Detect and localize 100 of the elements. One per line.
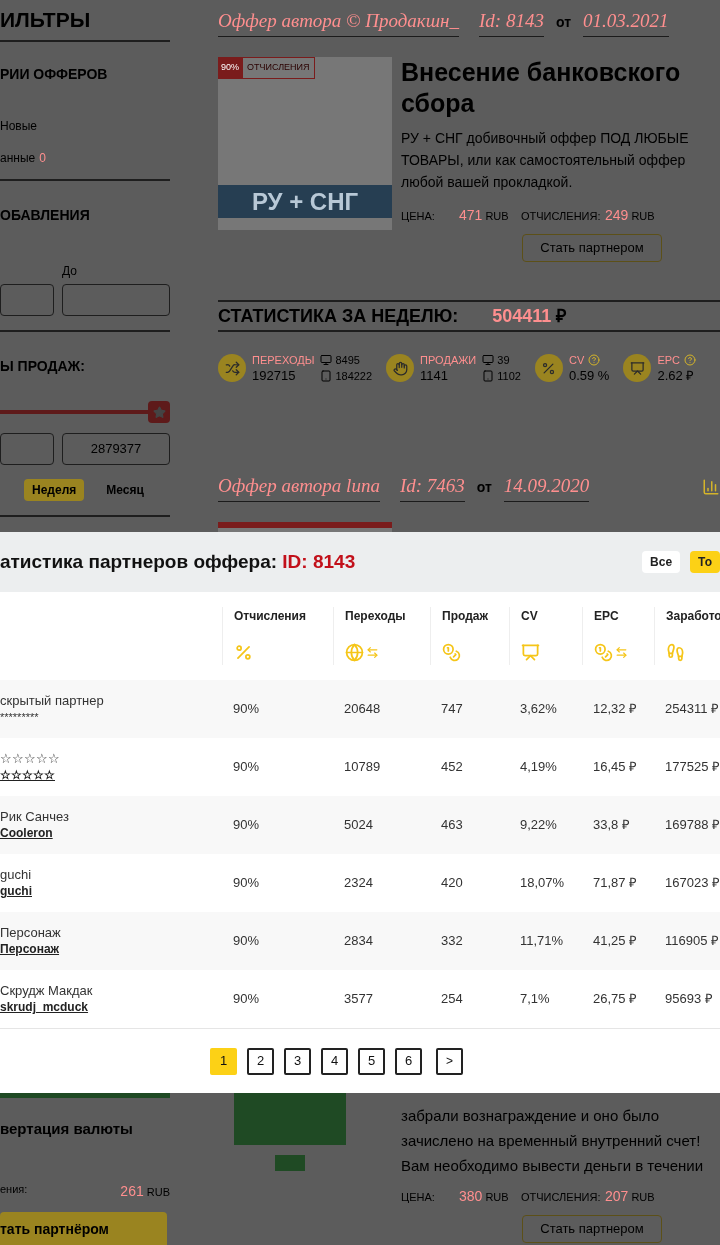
to-date-field[interactable]	[62, 284, 170, 316]
slider-handle[interactable]	[148, 401, 170, 423]
table-cell-text: 747	[440, 700, 464, 719]
page-button[interactable]: 6	[395, 1047, 422, 1075]
page-button[interactable]: 5	[358, 1047, 385, 1075]
partner-login-link[interactable]: guchi	[0, 883, 32, 899]
page-button[interactable]: 2	[247, 1047, 274, 1075]
stat-label: EPC	[657, 352, 697, 368]
from-label: от	[476, 477, 492, 497]
table-cell-text: 169788 ₽	[664, 816, 720, 835]
commission-label: ения:	[0, 1181, 28, 1197]
desktop-count: 39	[482, 352, 521, 368]
section-title: Ы ПРОДАЖ:	[0, 357, 86, 376]
table-cell-text: 177525 ₽	[664, 758, 720, 777]
from-label: от	[555, 12, 571, 32]
column-header: Отчисления	[234, 608, 307, 625]
table-cell-text: 18,07%	[519, 874, 566, 893]
price-label: ЦЕНА:	[401, 1190, 436, 1205]
table-cell-text: 71,87 ₽	[592, 874, 639, 893]
stat-value: 192715	[252, 368, 297, 384]
to-label: До	[62, 263, 78, 280]
table-cell-text: 5024	[343, 816, 374, 835]
offer-title: вертация валюты	[0, 1119, 134, 1139]
page-button[interactable]: 1	[210, 1047, 237, 1075]
period-tab[interactable]: Неделя	[24, 479, 85, 501]
section-title: ОБАВЛЕНИЯ	[0, 206, 91, 225]
mobile-count: 184222	[320, 368, 373, 384]
weekly-stats-title: СТАТИСТИКА ЗА НЕДЕЛЮ:	[218, 304, 459, 328]
stat-label: CV	[568, 352, 610, 368]
next-page-button[interactable]: >	[436, 1047, 463, 1075]
commission-badge-label: ОТЧИСЛЕНИЯ	[242, 57, 315, 79]
tablet-icon	[320, 370, 333, 382]
table-cell-text: 90%	[232, 700, 261, 719]
column-icon	[666, 643, 685, 662]
modal-title: атистика партнеров оффера: ID: 8143	[0, 549, 356, 574]
partner-name: ☆☆☆☆☆	[0, 751, 61, 767]
become-partner-button[interactable]: тать партнёром	[0, 1211, 167, 1245]
partner-login-link[interactable]: Cooleron	[0, 825, 53, 841]
date-text: 01.03.2021	[583, 7, 669, 37]
table-cell-text: 463	[440, 816, 464, 835]
column-icon	[442, 643, 461, 662]
min-value-field[interactable]	[0, 433, 54, 465]
table-cell-text: 90%	[232, 932, 261, 951]
table-cell-text: 4,19%	[519, 758, 558, 777]
table-cell-text: 452	[440, 758, 464, 777]
table-cell-text: 90%	[232, 758, 261, 777]
monitor-icon	[320, 354, 333, 366]
partner-name: скрытый партнер	[0, 693, 105, 709]
chart-icon[interactable]	[702, 478, 720, 496]
stat-icon	[534, 354, 563, 382]
table-cell-text: 3577	[343, 990, 374, 1009]
commission-value: 207 RUB	[605, 1187, 655, 1206]
column-header: CV	[521, 608, 539, 625]
stat-value: 2.62 ₽	[657, 368, 696, 384]
commission-value: 249 RUB	[605, 206, 655, 225]
stat-label: ПРОДАЖИ	[420, 353, 477, 368]
partner-login-link[interactable]: ☆☆☆☆☆	[0, 767, 55, 783]
table-cell-text: 95693 ₽	[664, 990, 714, 1009]
table-cell-text: 2834	[343, 932, 374, 951]
help-icon[interactable]	[684, 354, 697, 366]
partner-name: Персонаж	[0, 925, 62, 941]
table-cell-text: 41,25 ₽	[592, 932, 639, 951]
stat-icon	[386, 354, 415, 382]
table-cell-text: 16,45 ₽	[592, 758, 639, 777]
table-cell-text: 9,22%	[519, 816, 558, 835]
date-text: 14.09.2020	[503, 472, 590, 502]
filter-button[interactable]: Все	[642, 551, 681, 573]
table-cell-text: 90%	[232, 990, 261, 1009]
help-icon[interactable]	[588, 354, 601, 366]
offer-title: Внесение банковского сбора	[401, 57, 682, 119]
mobile-count: 1102	[482, 368, 521, 384]
table-cell-text: 167023 ₽	[664, 874, 720, 893]
page-button[interactable]: 3	[284, 1047, 311, 1075]
table-cell-text: 3,62%	[519, 700, 558, 719]
commission-label: ОТЧИСЛЕНИЯ:	[521, 1190, 602, 1205]
partner-login-link[interactable]: Персонаж	[0, 941, 60, 957]
page-button[interactable]: 4	[321, 1047, 348, 1075]
stat-label: ПЕРЕХОДЫ	[252, 353, 315, 368]
table-cell-text: 90%	[232, 874, 261, 893]
table-cell-text: 26,75 ₽	[592, 990, 639, 1009]
column-header: Продаж	[442, 608, 489, 625]
monitor-icon	[482, 354, 495, 366]
section-title: РИИ ОФФЕРОВ	[0, 65, 109, 84]
table-cell-text: 90%	[232, 816, 261, 835]
stat-icon	[623, 354, 652, 382]
column-icon	[521, 643, 540, 662]
column-icon	[345, 643, 379, 662]
column-icon	[234, 643, 253, 662]
offer-description: РУ + СНГ добивочный оффер ПОД ЛЮБЫЕ ТОВАРЫ, или как самостоятельный оффер любой вашей прокладкой.	[401, 129, 690, 192]
partner-login-link[interactable]: skrudj_mcduck	[0, 999, 89, 1015]
filters-title: ИЛЬТРЫ	[0, 7, 91, 34]
image-caption: РУ + СНГ	[251, 186, 359, 217]
stat-icon	[218, 354, 246, 382]
price-value: 380 RUB	[459, 1187, 510, 1206]
filter-button[interactable]: То	[690, 551, 720, 573]
table-cell-text: 254311 ₽	[664, 700, 720, 719]
stat-value: 0.59 %	[568, 368, 610, 384]
partner-name: Скрудж Макдак	[0, 983, 94, 999]
table-cell-text: 2324	[343, 874, 374, 893]
from-date-field[interactable]	[0, 284, 54, 316]
